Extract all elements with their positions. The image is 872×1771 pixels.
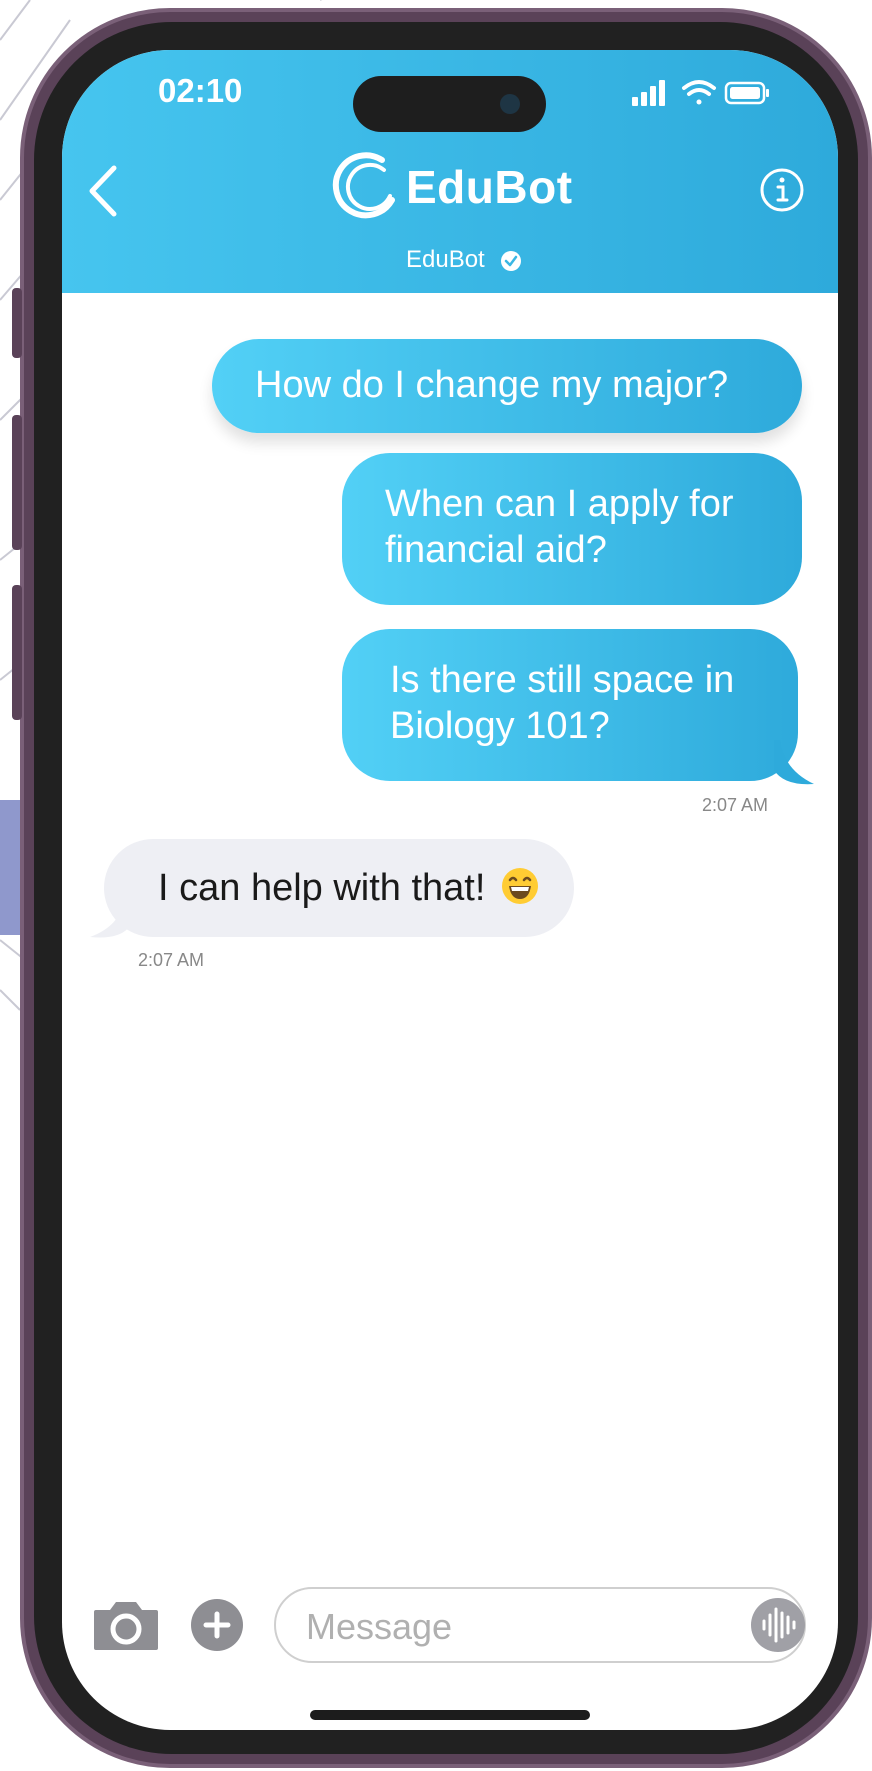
bubble-tail <box>774 740 814 785</box>
volume-down-button <box>12 585 22 720</box>
message-timestamp: 2:07 AM <box>138 950 205 970</box>
incoming-message-text: I can help with that! <box>158 867 486 909</box>
info-icon[interactable] <box>758 166 806 214</box>
front-camera <box>500 94 520 114</box>
plus-icon[interactable] <box>190 1598 244 1652</box>
outgoing-message: How do I change my major? <box>212 339 802 433</box>
outgoing-message: Is there still space in Biology 101? <box>342 629 798 781</box>
phone-screen: 02:10 EduBot EduBot How do I change my m… <box>62 50 838 1730</box>
status-icons <box>632 80 769 106</box>
grinning-face-icon <box>501 868 538 904</box>
signal-icon <box>632 80 665 106</box>
volume-up-button <box>12 415 22 550</box>
message-placeholder: Message <box>306 1606 453 1647</box>
message-timestamp: 2:07 AM <box>702 795 769 815</box>
chat-header: 02:10 EduBot EduBot <box>62 50 838 293</box>
wifi-icon <box>682 80 716 105</box>
battery-icon <box>724 81 769 105</box>
camera-icon[interactable] <box>92 1598 160 1652</box>
mute-switch <box>12 288 22 358</box>
dynamic-island <box>353 76 546 132</box>
edubot-logo-icon <box>332 152 395 219</box>
message-input[interactable]: Message <box>274 1587 806 1663</box>
outgoing-message: When can I apply for financial aid? <box>342 453 802 605</box>
status-time: 02:10 <box>158 72 243 109</box>
chevron-left-icon[interactable] <box>84 162 124 220</box>
home-indicator[interactable] <box>310 1710 590 1720</box>
verified-badge-icon <box>501 251 521 271</box>
audio-waveform-icon[interactable] <box>750 1597 806 1653</box>
contact-name: EduBot <box>406 246 485 273</box>
logo-text: EduBot <box>406 161 573 213</box>
incoming-message: I can help with that! <box>104 839 574 937</box>
